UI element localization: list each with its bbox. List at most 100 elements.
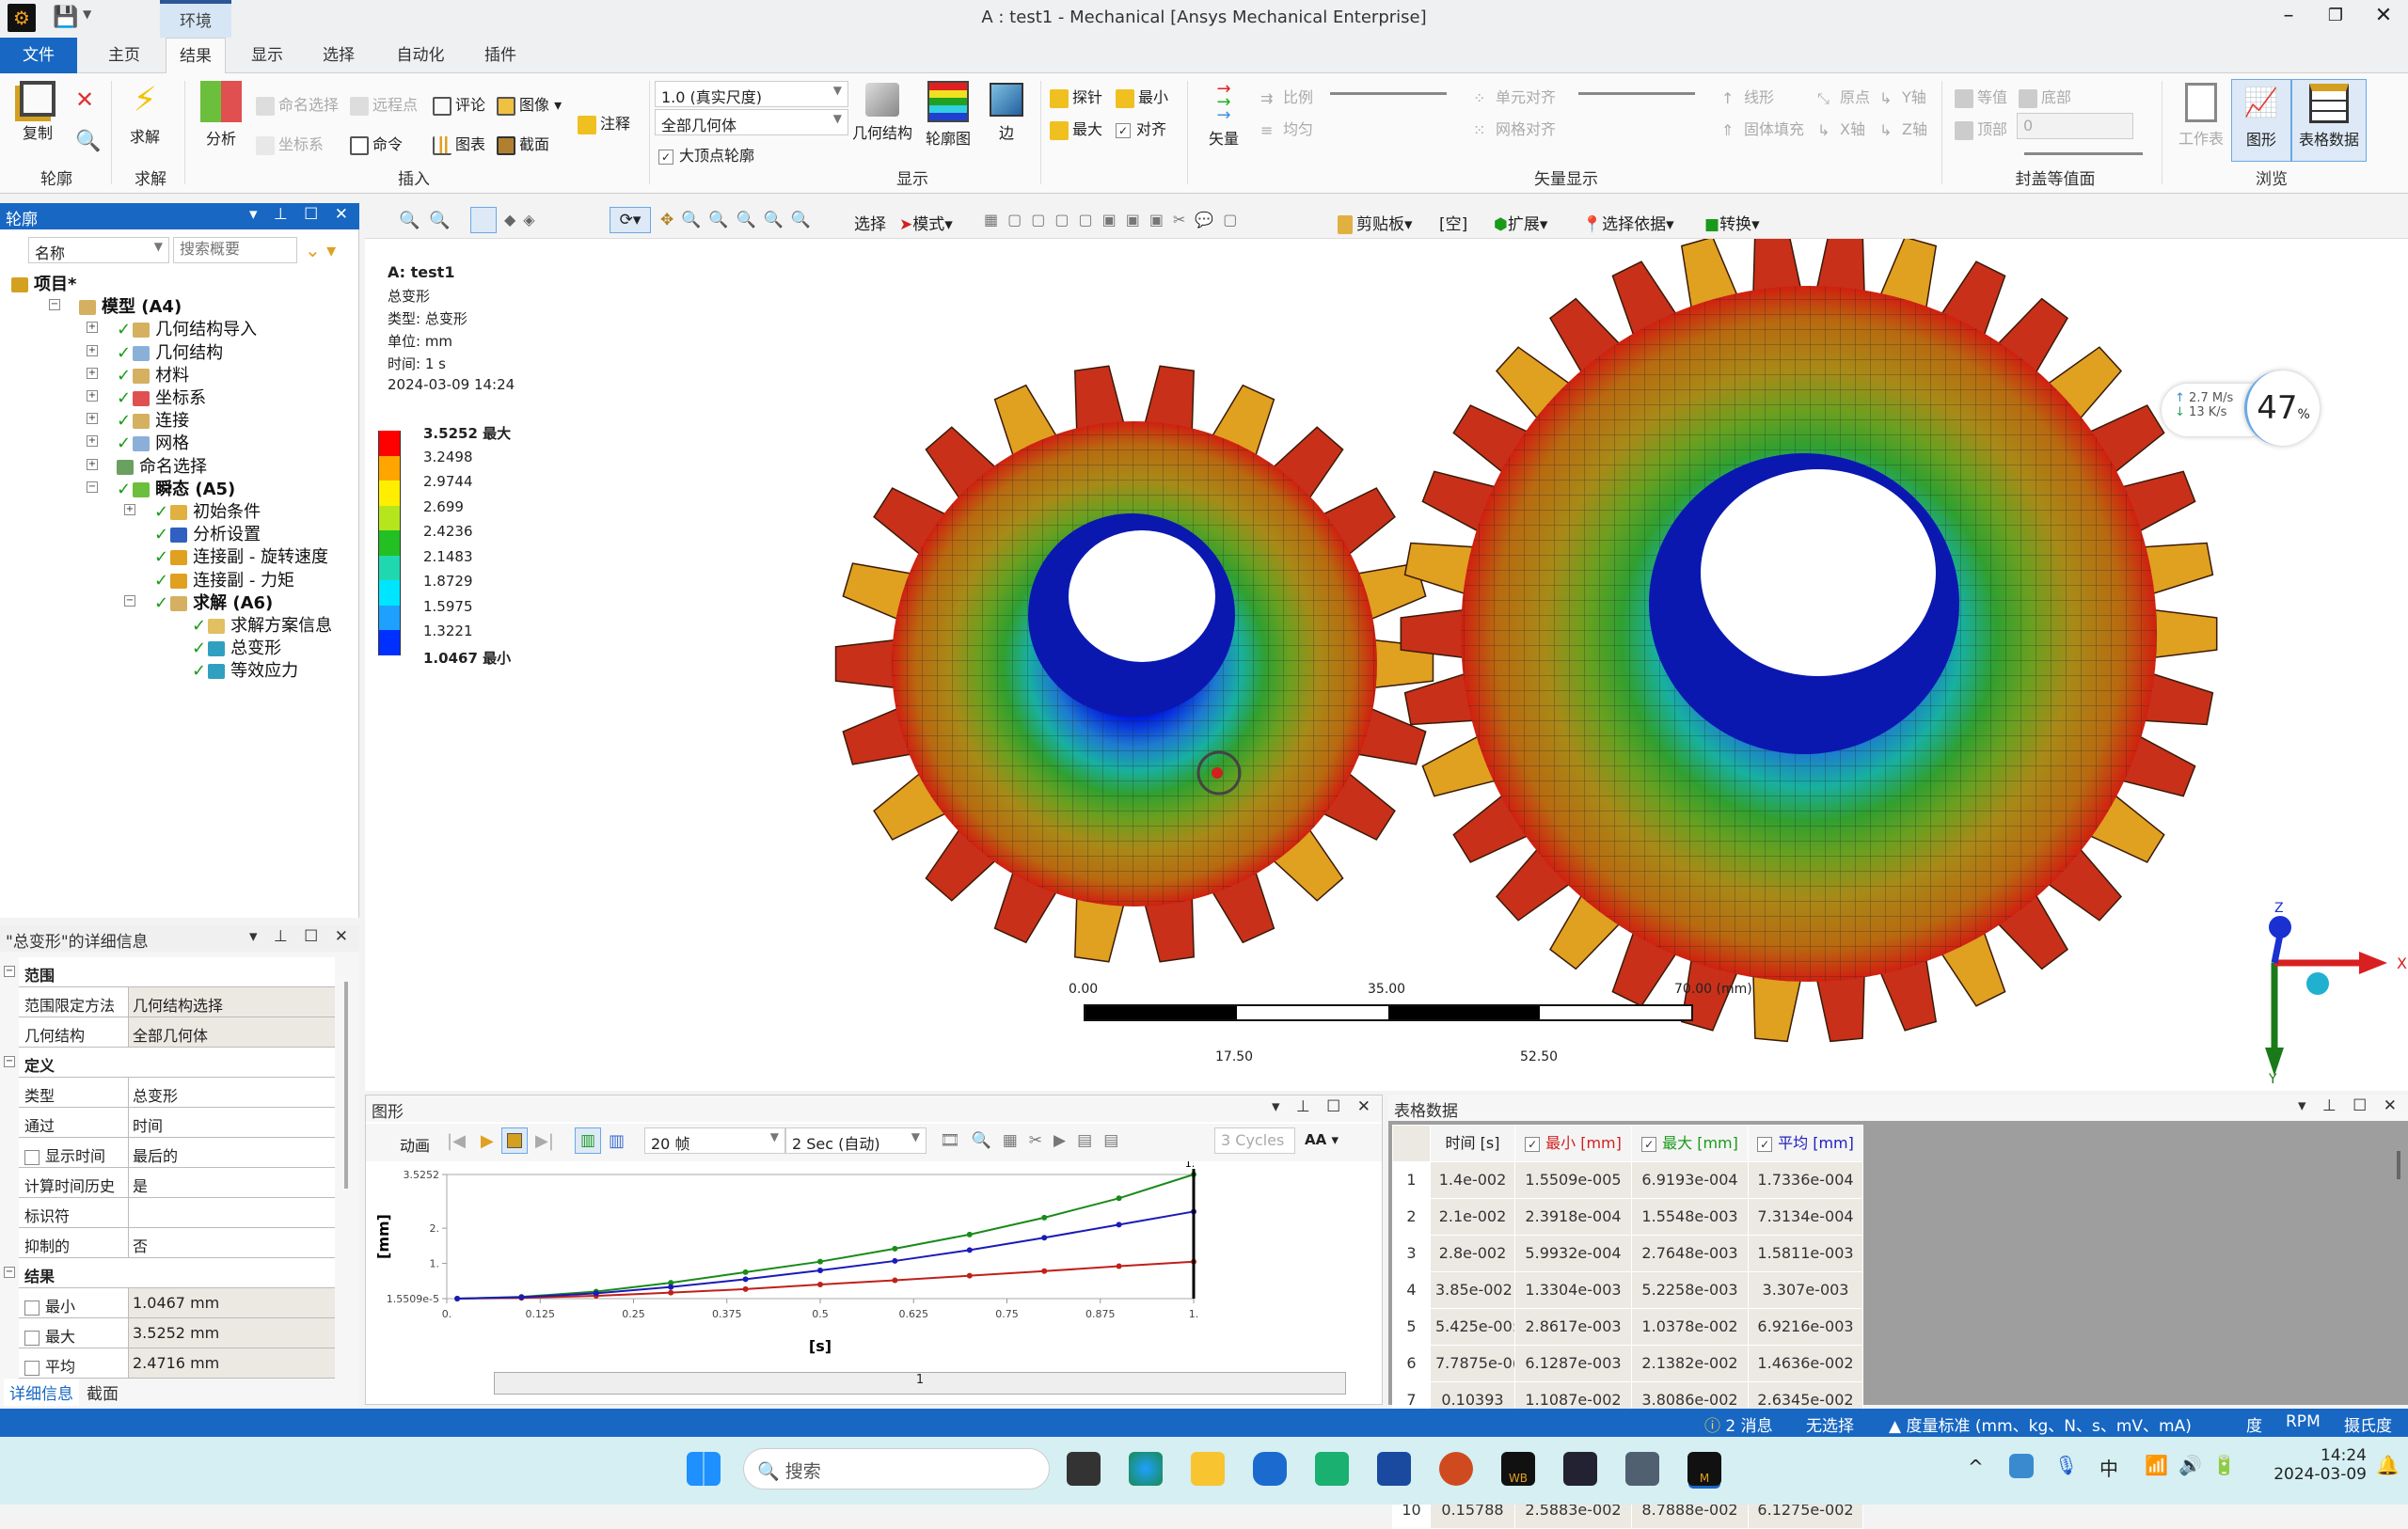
display-style-icons[interactable]: ◆◈ [504,211,543,229]
wifi-icon[interactable]: 📶 [2145,1454,2168,1476]
select-by-button[interactable]: 📍选择依据▾ [1582,211,1674,234]
y-axis-button[interactable]: ↳ Y轴 [1879,85,1926,108]
notification-bell-icon[interactable]: 🔔 [2376,1454,2400,1476]
tab-addins[interactable]: 插件 [470,38,531,73]
tree-item[interactable]: ✓ 初始条件 [154,498,261,523]
detail-row-geometry[interactable]: 几何结构 全部几何体 [19,1017,335,1048]
align-checkbox[interactable]: ✓ 对齐 [1116,117,1166,139]
font-size-button[interactable]: AA ▾ [1305,1131,1339,1148]
geometry-dropdown[interactable]: 全部几何体 ▼ [655,109,848,135]
collapse-icon[interactable]: − [49,299,60,311]
duration-dropdown[interactable]: 2 Sec (自动) ▼ [785,1127,927,1154]
expand-icon[interactable]: + [87,367,98,379]
selection-filter-icons[interactable]: ▦▢▢▢▢▣▣▣✂💬▢ [984,211,1246,229]
capping-slider[interactable] [2024,152,2143,155]
tree-item[interactable]: ✓ 等效应力 [192,657,298,682]
detail-row-by[interactable]: 通过 时间 [19,1108,335,1138]
next-frame-icon[interactable]: ▶| [535,1131,554,1151]
worksheet-button[interactable]: 工作表 [2175,83,2227,149]
axis-triad[interactable]: X Y Z [2256,897,2408,1085]
clipboard-button[interactable]: 剪贴板▾ [1338,211,1413,234]
bottom-button[interactable]: 底部 [2019,85,2071,108]
large-vertex-contour-checkbox[interactable]: ✓ 大顶点轮廓 [658,143,754,166]
mode-dropdown[interactable]: ➤模式▾ [899,211,953,234]
command-button[interactable]: 命令 [350,132,403,155]
tree-item[interactable]: ✓ 坐标系 [117,385,206,409]
volume-icon[interactable]: 🔊 [2178,1454,2202,1476]
tab-results[interactable]: 结果 [166,38,226,74]
detail-row-scoping-method[interactable]: 范围限定方法 几何结构选择 [19,987,335,1017]
parameter-checkbox[interactable] [24,1149,40,1165]
scale-dropdown[interactable]: 1.0 (真实尺度) ▼ [655,81,848,107]
show-hidden-icons[interactable]: ^ [1968,1456,1984,1478]
chart-button[interactable]: 图表 [433,132,485,155]
named-selection-button[interactable]: 命名选择 [256,92,339,116]
tree-item[interactable]: ✓ 网格 [117,430,189,454]
memory-usage-gauge[interactable]: 47% [2244,370,2320,446]
outline-search-input[interactable] [173,237,297,263]
collapse-icon[interactable]: − [124,594,135,607]
result-sets-button[interactable]: ▥ [609,1131,625,1151]
remote-point-button[interactable]: 远程点 [350,92,418,116]
detail-row-suppressed[interactable]: 抑制的否 [19,1228,335,1258]
table-scrollbar[interactable] [2397,1151,2400,1179]
copy-button[interactable]: 复制 [13,81,62,143]
panel-controls[interactable]: ▾ ⊥ ☐ ✕ [2298,1096,2402,1115]
isovalue-button[interactable]: 等值 [1955,85,2007,108]
delete-icon[interactable]: ✕ [75,87,94,113]
tree-item[interactable]: ✓ 连接副 - 力矩 [154,567,294,591]
table-row[interactable]: 1 1.4e-002 1.5509e-005 6.9193e-004 1.7336e-0… [1392,1161,1863,1199]
table-row[interactable]: 3 2.8e-002 5.9932e-004 2.7648e-003 1.5811e-0… [1392,1235,1863,1272]
detail-row-average[interactable]: 平均 2.4716 mm [19,1348,335,1379]
tabular-data-button[interactable]: 表格数据 [2291,79,2367,162]
vector-length-slider[interactable] [1330,92,1447,95]
tree-item[interactable]: ✓ 几何结构导入 [117,316,257,340]
tree-item[interactable]: ✓ 几何结构 [117,339,223,364]
time-slider[interactable]: 1 [494,1372,1346,1395]
detail-row-minimum[interactable]: 最小 1.0467 mm [19,1288,335,1318]
restore-button[interactable]: ❐ [2319,6,2353,25]
image-button[interactable]: 图像 ▾ [497,92,562,116]
small-gear[interactable] [834,365,1434,963]
section-definition[interactable]: − 定义 [4,1048,335,1078]
z-axis-button[interactable]: ↳ Z轴 [1879,117,1927,140]
tab-section[interactable]: 截面 [87,1380,119,1404]
vector-button[interactable]: → → → 矢量 [1202,81,1245,149]
solve-button[interactable]: ⚡ 求解 [126,81,164,147]
collapse-icon[interactable]: − [4,1056,15,1067]
tree-item[interactable]: ✓ 连接 [117,407,189,432]
section-scope[interactable]: − 范围 [4,957,335,987]
windows-start-icon[interactable] [687,1452,721,1486]
expand-icon[interactable]: + [87,435,98,448]
powerpoint-icon[interactable] [1439,1452,1473,1486]
table-row[interactable]: 5 5.425e-00: 2.8617e-003 1.0378e-002 6.9216e… [1392,1308,1863,1346]
tab-selection[interactable]: 选择 [309,38,369,73]
minimize-button[interactable]: – [2272,4,2305,27]
series-visibility-checkbox[interactable]: ✓ [1525,1136,1541,1152]
security-app-icon[interactable] [1253,1452,1287,1486]
table-row[interactable]: 4 3.85e-002 1.3304e-003 5.2258e-003 3.307e-0… [1392,1271,1863,1309]
time-history-chart[interactable]: 0. 0.125 0.25 0.375 0.5 0.625 0.75 0.875 1. 1.550… [366,1161,1382,1378]
shaded-view-button[interactable] [470,207,497,233]
origin-button[interactable]: ⤡ 原点 [1817,85,1870,108]
panel-controls[interactable]: ▾ ⊥ ☐ ✕ [1272,1097,1376,1116]
section-results[interactable]: − 结果 [4,1258,335,1288]
parameter-checkbox[interactable] [24,1330,40,1346]
rotate-button[interactable]: ⟳▾ [610,207,651,233]
comment-button[interactable]: 评论 [433,92,485,116]
detail-row-display-time[interactable]: 显示时间 最后的 [19,1138,335,1168]
table-row[interactable]: 6 7.7875e-0(6.1287e-003 2.1382e-002 1.4636e… [1392,1345,1863,1382]
view-zoom-icons[interactable]: ✥🔍🔍🔍🔍🔍 [660,211,818,229]
coordinate-system-button[interactable]: 坐标系 [256,132,324,155]
checkbox[interactable]: ✓ [1116,122,1131,138]
taskbar-search[interactable]: 🔍 搜索 [743,1448,1050,1490]
element-aligned-button[interactable]: ⁘ 单元对齐 [1473,85,1556,108]
collapse-icon[interactable]: − [4,966,15,977]
rpm-unit[interactable]: RPM [2286,1412,2321,1431]
search-options-icon[interactable]: ⌄ ▾ [305,239,336,261]
previous-frame-icon[interactable]: |◀ [447,1131,466,1151]
distributed-frames-button[interactable]: ▥ [575,1127,601,1154]
table-row[interactable]: 2 2.1e-002 2.3918e-004 1.5548e-003 7.3134e-0… [1392,1198,1863,1236]
max-button[interactable]: 最大 [1050,117,1102,140]
parameter-checkbox[interactable] [24,1300,40,1316]
